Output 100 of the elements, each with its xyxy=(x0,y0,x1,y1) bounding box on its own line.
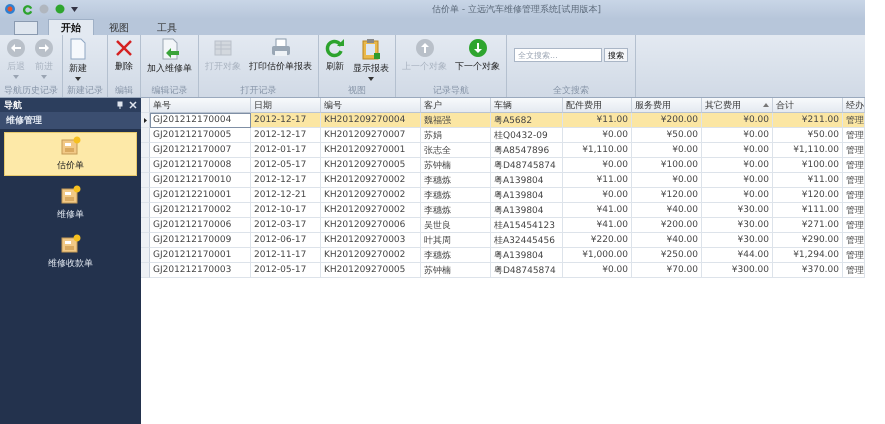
column-header[interactable]: 经办 xyxy=(843,98,865,113)
table-cell: 苏娟 xyxy=(421,128,491,143)
ribbon-tab[interactable]: 开始 xyxy=(48,19,94,35)
ribbon-tab[interactable]: 工具 xyxy=(144,19,190,35)
table-cell: ¥290.00 xyxy=(773,233,843,248)
ribbon-button[interactable]: 新建 xyxy=(66,38,90,81)
column-header[interactable]: 车辆 xyxy=(491,98,563,113)
table-cell: 2012-01-17 xyxy=(251,143,321,158)
table-cell: 管理 xyxy=(843,113,865,128)
row-header[interactable] xyxy=(141,113,150,128)
search-field[interactable]: 全文搜索... xyxy=(514,48,602,62)
table-cell: 2012-12-17 xyxy=(251,128,321,143)
table-cell: KH201209270005 xyxy=(321,263,421,278)
table-cell: GJ201212210001 xyxy=(150,188,251,203)
table-icon xyxy=(213,38,233,58)
ribbon-button[interactable]: 显示报表 xyxy=(350,38,392,81)
table-cell: ¥370.00 xyxy=(773,263,843,278)
table-cell: 桂A15454123 xyxy=(491,218,563,233)
table-cell: 桂Q0432-09 xyxy=(491,128,563,143)
table-cell: KH201209270002 xyxy=(321,248,421,263)
table-cell: KH201209270005 xyxy=(321,158,421,173)
table-cell: ¥200.00 xyxy=(632,218,702,233)
table-cell: ¥11.00 xyxy=(773,173,843,188)
table-cell: GJ201212170005 xyxy=(150,128,251,143)
column-header[interactable]: 配件费用 xyxy=(563,98,632,113)
refresh-icon[interactable] xyxy=(22,4,33,14)
table-cell: 粤A139804 xyxy=(491,188,563,203)
search-button[interactable]: 搜索 xyxy=(604,48,628,62)
table-cell: ¥1,000.00 xyxy=(563,248,632,263)
pin-icon[interactable] xyxy=(116,101,124,109)
column-header[interactable]: 服务费用 xyxy=(632,98,702,113)
group-label: 编辑记录 xyxy=(150,85,188,97)
column-header[interactable]: 合计 xyxy=(773,98,843,113)
table-cell: ¥0.00 xyxy=(702,158,773,173)
table-cell: 管理 xyxy=(843,158,865,173)
table-cell: ¥0.00 xyxy=(563,263,632,278)
table-cell: ¥70.00 xyxy=(632,263,702,278)
table-cell: ¥0.00 xyxy=(632,173,702,188)
table-cell: GJ201212170001 xyxy=(150,248,251,263)
table-cell: ¥1,294.00 xyxy=(773,248,843,263)
column-header[interactable]: 其它费用 xyxy=(702,98,773,113)
nav-item[interactable]: 估价单 xyxy=(4,132,137,176)
table-cell: GJ201212170009 xyxy=(150,233,251,248)
clipboard-icon xyxy=(361,38,381,60)
table-cell: ¥40.00 xyxy=(632,233,702,248)
nav-item[interactable]: 维修收款单 xyxy=(4,230,137,274)
close-icon[interactable] xyxy=(129,101,137,109)
table-cell: 粤D48745874 xyxy=(491,263,563,278)
table-cell: 桂A32445456 xyxy=(491,233,563,248)
table-cell: ¥30.00 xyxy=(702,233,773,248)
application-menu-button[interactable] xyxy=(14,21,38,35)
group-label: 编辑 xyxy=(114,85,134,97)
column-header[interactable]: 单号 xyxy=(150,98,251,113)
ribbon-button[interactable]: 删除 xyxy=(111,38,137,73)
table-cell: 张志全 xyxy=(421,143,491,158)
ribbon-button[interactable]: 下一个对象 xyxy=(452,38,503,73)
column-header[interactable]: 日期 xyxy=(251,98,321,113)
table-cell: 2012-05-17 xyxy=(251,158,321,173)
table-cell: ¥41.00 xyxy=(563,203,632,218)
sort-icon xyxy=(763,103,769,107)
table-cell: GJ201212170008 xyxy=(150,158,251,173)
table-cell: 管理 xyxy=(843,248,865,263)
ribbon-button[interactable]: 加入维修单 xyxy=(144,38,195,75)
group-header: 维修管理 xyxy=(0,112,141,129)
group-label: 记录导航 xyxy=(432,85,470,97)
column-header[interactable]: 编号 xyxy=(321,98,421,113)
table-cell: 粤A139804 xyxy=(491,203,563,218)
ribbon-button[interactable]: 打印估价单报表 xyxy=(246,38,315,73)
table-cell: ¥0.00 xyxy=(702,113,773,128)
table-cell: 吴世良 xyxy=(421,218,491,233)
ribbon-button[interactable]: 刷新 xyxy=(322,38,348,73)
table-cell: ¥1,110.00 xyxy=(563,143,632,158)
table-cell: ¥40.00 xyxy=(632,203,702,218)
table-cell: ¥44.00 xyxy=(702,248,773,263)
table-cell: ¥30.00 xyxy=(702,218,773,233)
table-cell: 管理 xyxy=(843,128,865,143)
dropdown-icon[interactable] xyxy=(71,6,78,12)
row-header xyxy=(141,98,150,113)
table-cell: KH201209270002 xyxy=(321,203,421,218)
table-cell: ¥220.00 xyxy=(563,233,632,248)
table-cell: 管理 xyxy=(843,263,865,278)
table-cell: 叶其周 xyxy=(421,233,491,248)
document-icon xyxy=(69,38,87,60)
table-cell: GJ201212170006 xyxy=(150,218,251,233)
ribbon-tab[interactable]: 视图 xyxy=(96,19,142,35)
table-cell: KH201209270003 xyxy=(321,233,421,248)
table-cell: 管理 xyxy=(843,203,865,218)
form-icon xyxy=(60,234,82,254)
panel-title: 导航 xyxy=(4,99,23,112)
table-cell: GJ201212170007 xyxy=(150,143,251,158)
table-cell: GJ201212170003 xyxy=(150,263,251,278)
printer-icon xyxy=(270,38,292,58)
table-cell: ¥0.00 xyxy=(563,158,632,173)
group-label: 打开记录 xyxy=(240,85,278,97)
table-cell: 2012-10-17 xyxy=(251,203,321,218)
table-cell: KH201209270004 xyxy=(321,113,421,128)
column-header[interactable]: 客户 xyxy=(421,98,491,113)
table-cell: ¥250.00 xyxy=(632,248,702,263)
table-cell: 李穗炼 xyxy=(421,188,491,203)
nav-item[interactable]: 维修单 xyxy=(4,181,137,225)
